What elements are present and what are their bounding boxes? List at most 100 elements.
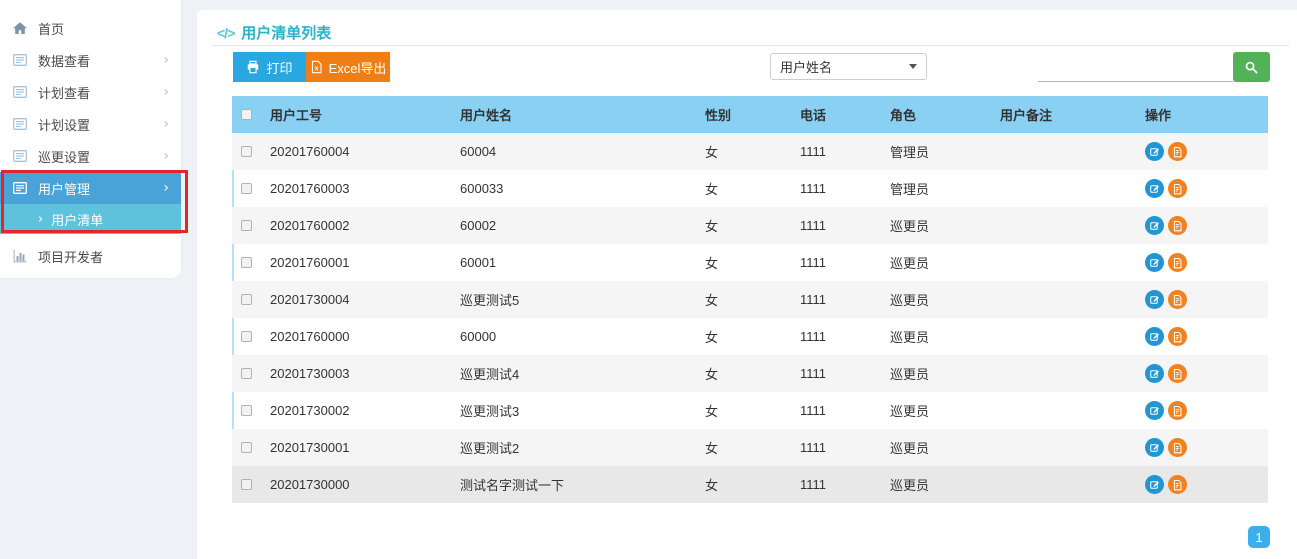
cell-user-id: 20201730003 bbox=[260, 366, 450, 381]
search-button[interactable] bbox=[1233, 52, 1270, 82]
edit-button[interactable] bbox=[1145, 253, 1164, 272]
edit-button[interactable] bbox=[1145, 327, 1164, 346]
row-checkbox[interactable] bbox=[241, 331, 252, 342]
edit-button[interactable] bbox=[1145, 142, 1164, 161]
search-icon bbox=[1244, 60, 1259, 75]
select-all-checkbox[interactable] bbox=[241, 109, 252, 120]
code-icon: </> bbox=[217, 25, 234, 41]
detail-button[interactable] bbox=[1168, 401, 1187, 420]
row-checkbox[interactable] bbox=[241, 146, 252, 157]
row-checkbox[interactable] bbox=[241, 368, 252, 379]
cell-user-id: 20201760002 bbox=[260, 218, 450, 233]
table-row[interactable]: 20201760003600033女1111管理员 bbox=[232, 170, 1268, 207]
filter-field-select[interactable]: 用户姓名 bbox=[770, 53, 927, 80]
chevron-right-icon: › bbox=[163, 149, 169, 163]
cell-gender: 女 bbox=[695, 327, 790, 346]
table-body: 2020176000460004女1111管理员2020176000360003… bbox=[232, 133, 1268, 503]
row-checkbox[interactable] bbox=[241, 294, 252, 305]
row-checkbox[interactable] bbox=[241, 183, 252, 194]
detail-button[interactable] bbox=[1168, 142, 1187, 161]
table-row[interactable]: 20201730000测试名字测试一下女1111巡更员 bbox=[232, 466, 1268, 503]
sidebar-menu: 首页数据查看›计划查看›计划设置›巡更设置›用户管理› bbox=[0, 12, 181, 204]
chevron-right-icon: › bbox=[163, 85, 169, 99]
cell-gender: 女 bbox=[695, 401, 790, 420]
sidebar-item-project-developer[interactable]: 项目开发者 bbox=[0, 240, 181, 272]
search-input[interactable] bbox=[1038, 56, 1233, 82]
edit-button[interactable] bbox=[1145, 364, 1164, 383]
edit-button[interactable] bbox=[1145, 401, 1164, 420]
cell-user-name: 60002 bbox=[450, 218, 695, 233]
sidebar-item-user-list[interactable]: › 用户清单 bbox=[0, 204, 181, 234]
cell-user-name: 600033 bbox=[450, 181, 695, 196]
detail-button[interactable] bbox=[1168, 327, 1187, 346]
detail-button[interactable] bbox=[1168, 216, 1187, 235]
edit-button[interactable] bbox=[1145, 179, 1164, 198]
chevron-right-icon: › bbox=[38, 212, 43, 227]
sidebar-item-label: 巡更设置 bbox=[38, 147, 90, 166]
detail-button[interactable] bbox=[1168, 438, 1187, 457]
edit-button[interactable] bbox=[1145, 438, 1164, 457]
sidebar-item-label: 首页 bbox=[38, 19, 64, 38]
cell-gender: 女 bbox=[695, 253, 790, 272]
table-row[interactable]: 20201730003巡更测试4女1111巡更员 bbox=[232, 355, 1268, 392]
pagination-page-1[interactable]: 1 bbox=[1248, 526, 1270, 548]
cell-gender: 女 bbox=[695, 179, 790, 198]
sidebar-item-label: 数据查看 bbox=[38, 51, 90, 70]
excel-export-button[interactable]: x Excel导出 bbox=[306, 52, 390, 82]
divider bbox=[211, 45, 1289, 46]
sidebar-item-0[interactable]: 首页 bbox=[0, 12, 181, 44]
table-row[interactable]: 2020176000060000女1111巡更员 bbox=[232, 318, 1268, 355]
cell-role: 巡更员 bbox=[880, 216, 990, 235]
cell-user-name: 巡更测试2 bbox=[450, 438, 695, 457]
row-checkbox[interactable] bbox=[241, 442, 252, 453]
edit-button[interactable] bbox=[1145, 290, 1164, 309]
sidebar-item-1[interactable]: 数据查看 › bbox=[0, 44, 181, 76]
column-header-4: 角色 bbox=[880, 105, 990, 124]
sidebar-item-2[interactable]: 计划查看› bbox=[0, 76, 181, 108]
table-row[interactable]: 2020176000260002女1111巡更员 bbox=[232, 207, 1268, 244]
sidebar-item-5[interactable]: 用户管理› bbox=[0, 172, 181, 204]
list-icon bbox=[12, 116, 28, 132]
table-row[interactable]: 2020176000460004女1111管理员 bbox=[232, 133, 1268, 170]
cell-user-name: 60001 bbox=[450, 255, 695, 270]
cell-phone: 1111 bbox=[790, 477, 880, 492]
chevron-down-icon bbox=[909, 64, 917, 69]
cell-role: 管理员 bbox=[880, 142, 990, 161]
column-header-2: 性别 bbox=[695, 105, 790, 124]
table-row[interactable]: 20201730002巡更测试3女1111巡更员 bbox=[232, 392, 1268, 429]
list-icon bbox=[12, 52, 28, 68]
cell-user-id: 20201730000 bbox=[260, 477, 450, 492]
detail-button[interactable] bbox=[1168, 253, 1187, 272]
cell-user-id: 20201760001 bbox=[260, 255, 450, 270]
cell-user-id: 20201730001 bbox=[260, 440, 450, 455]
cell-user-name: 测试名字测试一下 bbox=[450, 475, 695, 494]
table-row[interactable]: 20201730004巡更测试5女1111巡更员 bbox=[232, 281, 1268, 318]
row-checkbox[interactable] bbox=[241, 257, 252, 268]
sidebar-item-4[interactable]: 巡更设置 › bbox=[0, 140, 181, 172]
edit-button[interactable] bbox=[1145, 216, 1164, 235]
cell-user-name: 60000 bbox=[450, 329, 695, 344]
detail-button[interactable] bbox=[1168, 475, 1187, 494]
print-button[interactable]: 打印 bbox=[233, 52, 306, 82]
row-checkbox[interactable] bbox=[241, 220, 252, 231]
sidebar-item-label: 计划设置 bbox=[38, 115, 90, 134]
detail-button[interactable] bbox=[1168, 364, 1187, 383]
page-title: </> 用户清单列表 bbox=[217, 22, 331, 43]
sidebar-item-3[interactable]: 计划设置› bbox=[0, 108, 181, 140]
cell-role: 巡更员 bbox=[880, 253, 990, 272]
row-checkbox[interactable] bbox=[241, 405, 252, 416]
edit-button[interactable] bbox=[1145, 475, 1164, 494]
table-row[interactable]: 20201730001巡更测试2女1111巡更员 bbox=[232, 429, 1268, 466]
home-icon bbox=[12, 20, 28, 36]
row-checkbox[interactable] bbox=[241, 479, 252, 490]
cell-role: 巡更员 bbox=[880, 401, 990, 420]
chevron-right-icon: › bbox=[163, 53, 169, 67]
cell-phone: 1111 bbox=[790, 181, 880, 196]
table-row[interactable]: 2020176000160001女1111巡更员 bbox=[232, 244, 1268, 281]
column-header-5: 用户备注 bbox=[990, 105, 1135, 124]
detail-button[interactable] bbox=[1168, 290, 1187, 309]
detail-button[interactable] bbox=[1168, 179, 1187, 198]
cell-gender: 女 bbox=[695, 216, 790, 235]
excel-file-icon: x bbox=[310, 60, 323, 74]
cell-phone: 1111 bbox=[790, 255, 880, 270]
